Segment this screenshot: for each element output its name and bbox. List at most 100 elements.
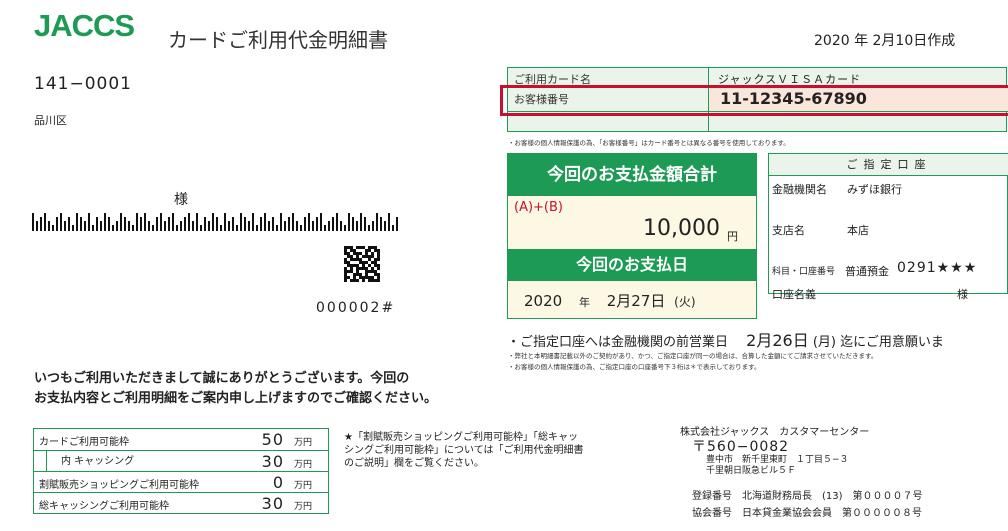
barcode-bar [156, 217, 158, 231]
due-year: 2020 [524, 292, 563, 310]
qr-cell [344, 270, 347, 273]
qr-cell [350, 258, 353, 261]
qr-cell [353, 252, 356, 255]
qr-cell [377, 276, 380, 279]
barcode-bar [356, 221, 358, 231]
barcode-bar [112, 225, 114, 231]
qr-cell [350, 264, 353, 267]
qr-cell [374, 264, 377, 267]
qr-cell [353, 279, 356, 282]
qr-cell [356, 267, 359, 270]
qr-cell [377, 267, 380, 270]
qr-cell [374, 258, 377, 261]
barcode-bar [128, 221, 130, 231]
qr-cell [344, 249, 347, 252]
notice-prefix: ・ご指定口座へは金融機関の前営業日 [507, 335, 729, 350]
limit-row: 総キャッシングご利用可能枠 30 万円 [34, 492, 328, 513]
branch-label: 支店名 [772, 224, 805, 237]
barcode-bar [176, 225, 178, 231]
debit-notice: ・ご指定口座へは金融機関の前営業日 2月26日 (月) 迄にご用意願いま [507, 327, 944, 351]
limit-unit: 万円 [293, 460, 312, 470]
barcode-bar [372, 221, 374, 231]
barcode-bar [40, 217, 42, 231]
limit-unit: 万円 [293, 481, 312, 491]
qr-cell [377, 255, 380, 258]
qr-cell [362, 246, 365, 249]
qr-cell [377, 279, 380, 282]
barcode-bar [260, 217, 262, 231]
account-type: 普通預金 [845, 265, 889, 278]
issue-date: 2020 年 2月10日作成 [814, 33, 956, 49]
account-number-label: 科目・口座番号 [772, 267, 836, 277]
barcode-bar [256, 225, 258, 231]
qr-cell [368, 279, 371, 282]
barcode-bar [164, 221, 166, 231]
account-holder-label: 口座名義 [772, 288, 816, 301]
qr-cell [344, 261, 347, 264]
qr-cell [368, 276, 371, 279]
qr-code [344, 246, 380, 282]
barcode-bar [384, 221, 386, 231]
qr-cell [362, 276, 365, 279]
barcode-bar [328, 221, 330, 231]
company-address-2: 千里朝日阪急ビル５Ｆ [706, 466, 797, 476]
barcode-bar [52, 225, 54, 231]
barcode-bar [348, 213, 350, 231]
barcode-bar [320, 213, 322, 231]
qr-cell [368, 258, 371, 261]
qr-cell [347, 255, 350, 258]
barcode-bar [264, 213, 266, 231]
qr-cell [356, 252, 359, 255]
due-date: 2020 年 2月27日 (火) [524, 290, 696, 311]
qr-cell [353, 276, 356, 279]
payment-amount: 10,000 [643, 216, 720, 241]
qr-cell [359, 276, 362, 279]
qr-cell [371, 276, 374, 279]
barcode-bar [116, 221, 118, 231]
barcode-bar [92, 225, 94, 231]
barcode-bar [376, 213, 378, 231]
barcode-bar [336, 213, 338, 231]
qr-cell [368, 246, 371, 249]
account-heading: ご指定口座 [769, 154, 1008, 176]
bank-label: 金融機関名 [772, 183, 827, 196]
barcode-bar [104, 213, 106, 231]
qr-cell [362, 267, 365, 270]
qr-cell [374, 261, 377, 264]
qr-cell [353, 264, 356, 267]
account-mask-note: ・お客様の個人情報保護の為、ご指定口座の口座番号下３桁は＊で表示しております。 [508, 363, 761, 371]
barcode-bar [48, 221, 50, 231]
barcode-bar [68, 217, 70, 231]
barcode-bar [240, 213, 242, 231]
qr-cell [365, 255, 368, 258]
barcode-bar [204, 217, 206, 231]
qr-cell [374, 279, 377, 282]
barcode-bar [352, 217, 354, 231]
qr-cell [356, 279, 359, 282]
barcode-bar [140, 217, 142, 231]
barcode-bar [64, 221, 66, 231]
qr-cell [365, 261, 368, 264]
limit-row: 内 キャッシング 30 万円 [34, 450, 328, 472]
qr-cell [359, 252, 362, 255]
barcode-bar [288, 217, 290, 231]
qr-cell [362, 261, 365, 264]
barcode-bar [76, 213, 78, 231]
qr-cell [350, 270, 353, 273]
barcode-bar [312, 221, 314, 231]
barcode-bar [160, 213, 162, 231]
recipient-honorific: 様 [174, 192, 188, 208]
barcode-bar [296, 221, 298, 231]
qr-cell [377, 249, 380, 252]
barcode-bar [184, 217, 186, 231]
greeting-line-2: お支払内容とご利用明細をご案内申し上げますのでご確認ください。 [34, 391, 438, 406]
qr-cell [374, 273, 377, 276]
barcode-bar [72, 225, 74, 231]
account-number: 0291★★★ [897, 260, 978, 276]
barcode-bar [364, 217, 366, 231]
barcode-bar [100, 221, 102, 231]
qr-cell [377, 273, 380, 276]
barcode-bar [236, 225, 238, 231]
barcode-bar [252, 213, 254, 231]
qr-cell [359, 273, 362, 276]
